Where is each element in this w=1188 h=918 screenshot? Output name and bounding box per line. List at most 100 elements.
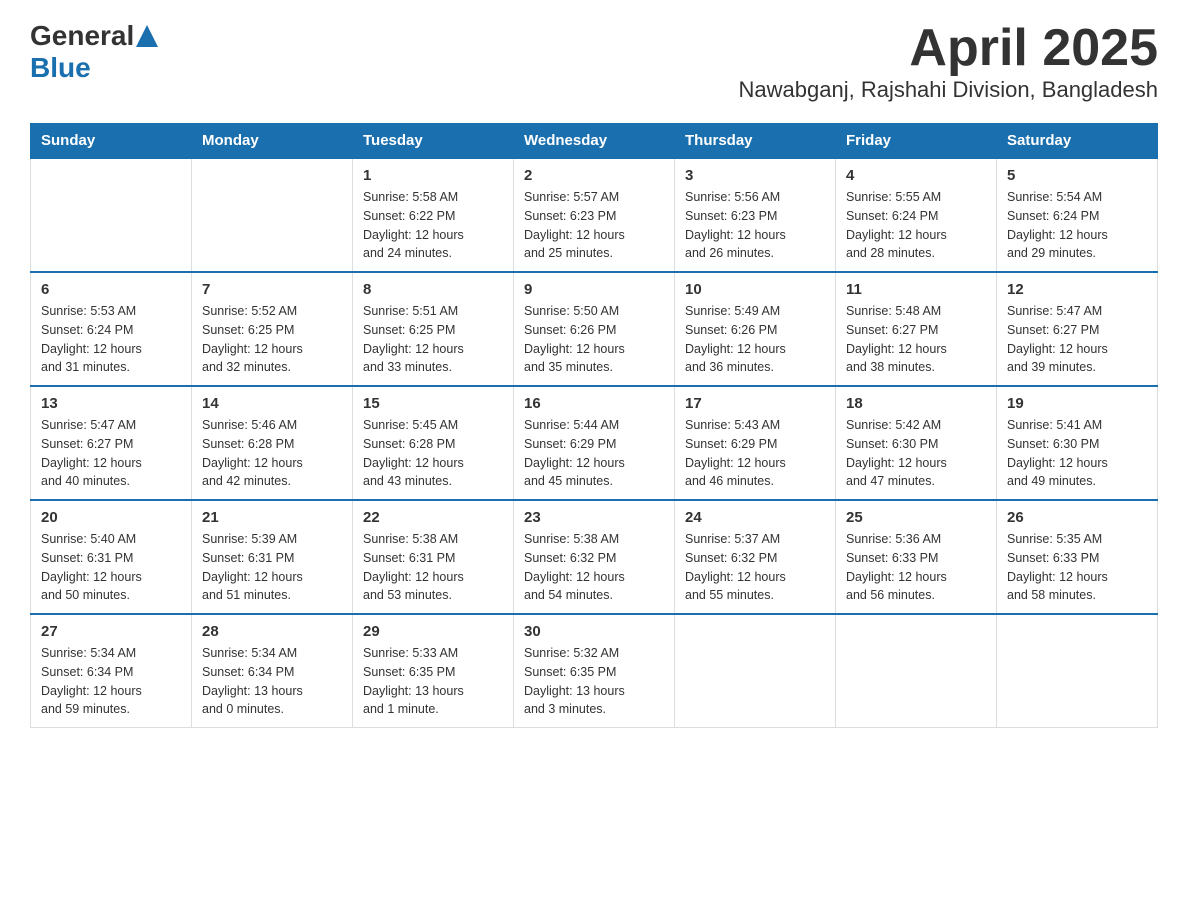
calendar-day-2: 2Sunrise: 5:57 AMSunset: 6:23 PMDaylight… xyxy=(514,158,675,272)
day-number: 20 xyxy=(41,509,181,526)
day-number: 27 xyxy=(41,623,181,640)
calendar-empty-cell xyxy=(192,158,353,272)
day-info: Sunrise: 5:40 AMSunset: 6:31 PMDaylight:… xyxy=(41,530,181,605)
day-number: 12 xyxy=(1007,281,1147,298)
page-header: General Blue April 2025 Nawabganj, Rajsh… xyxy=(30,20,1158,103)
day-header-wednesday: Wednesday xyxy=(514,124,675,159)
calendar-empty-cell xyxy=(836,614,997,728)
calendar-day-8: 8 Sunrise: 5:51 AMSunset: 6:25 PMDaylight… xyxy=(353,272,514,386)
calendar-day-22: 22Sunrise: 5:38 AMSunset: 6:31 PMDayligh… xyxy=(353,500,514,614)
page-subtitle: Nawabganj, Rajshahi Division, Bangladesh xyxy=(739,77,1158,103)
calendar-empty-cell xyxy=(31,158,192,272)
calendar-week-3: 13 Sunrise: 5:47 AMSunset: 6:27 PMDayligh… xyxy=(31,386,1158,500)
day-number: 30 xyxy=(524,623,664,640)
calendar-day-29: 29 Sunrise: 5:33 AMSunset: 6:35 PMDayligh… xyxy=(353,614,514,728)
day-info: Sunrise: 5:46 AMSunset: 6:28 PMDaylight:… xyxy=(202,416,342,491)
day-info: Sunrise: 5:47 AMSunset: 6:27 PMDaylight:… xyxy=(1007,302,1147,377)
day-number: 10 xyxy=(685,281,825,298)
day-info: Sunrise: 5:58 AMSunset: 6:22 PMDaylight:… xyxy=(363,188,503,263)
day-info: Sunrise: 5:43 AMSunset: 6:29 PMDaylight:… xyxy=(685,416,825,491)
day-number: 6 xyxy=(41,281,181,298)
calendar-day-1: 1 Sunrise: 5:58 AMSunset: 6:22 PMDaylight… xyxy=(353,158,514,272)
calendar-day-3: 3 Sunrise: 5:56 AMSunset: 6:23 PMDaylight… xyxy=(675,158,836,272)
day-info: Sunrise: 5:48 AMSunset: 6:27 PMDaylight:… xyxy=(846,302,986,377)
calendar-day-19: 19 Sunrise: 5:41 AMSunset: 6:30 PMDayligh… xyxy=(997,386,1158,500)
day-number: 13 xyxy=(41,395,181,412)
day-info: Sunrise: 5:41 AMSunset: 6:30 PMDaylight:… xyxy=(1007,416,1147,491)
calendar-day-27: 27 Sunrise: 5:34 AMSunset: 6:34 PMDayligh… xyxy=(31,614,192,728)
day-number: 17 xyxy=(685,395,825,412)
calendar-week-5: 27 Sunrise: 5:34 AMSunset: 6:34 PMDayligh… xyxy=(31,614,1158,728)
calendar-day-10: 10Sunrise: 5:49 AMSunset: 6:26 PMDayligh… xyxy=(675,272,836,386)
calendar-empty-cell xyxy=(675,614,836,728)
day-info: Sunrise: 5:37 AMSunset: 6:32 PMDaylight:… xyxy=(685,530,825,605)
day-info: Sunrise: 5:36 AMSunset: 6:33 PMDaylight:… xyxy=(846,530,986,605)
calendar-day-30: 30 Sunrise: 5:32 AMSunset: 6:35 PMDayligh… xyxy=(514,614,675,728)
day-number: 3 xyxy=(685,167,825,184)
day-info: Sunrise: 5:33 AMSunset: 6:35 PMDaylight:… xyxy=(363,644,503,719)
calendar-day-5: 5Sunrise: 5:54 AMSunset: 6:24 PMDaylight… xyxy=(997,158,1158,272)
day-info: Sunrise: 5:47 AMSunset: 6:27 PMDaylight:… xyxy=(41,416,181,491)
calendar-day-12: 12 Sunrise: 5:47 AMSunset: 6:27 PMDayligh… xyxy=(997,272,1158,386)
day-info: Sunrise: 5:34 AMSunset: 6:34 PMDaylight:… xyxy=(41,644,181,719)
day-number: 24 xyxy=(685,509,825,526)
page-title: April 2025 xyxy=(739,20,1158,77)
day-info: Sunrise: 5:44 AMSunset: 6:29 PMDaylight:… xyxy=(524,416,664,491)
day-header-sunday: Sunday xyxy=(31,124,192,159)
day-info: Sunrise: 5:42 AMSunset: 6:30 PMDaylight:… xyxy=(846,416,986,491)
calendar-day-21: 21 Sunrise: 5:39 AMSunset: 6:31 PMDayligh… xyxy=(192,500,353,614)
calendar-day-25: 25Sunrise: 5:36 AMSunset: 6:33 PMDayligh… xyxy=(836,500,997,614)
day-number: 15 xyxy=(363,395,503,412)
day-header-saturday: Saturday xyxy=(997,124,1158,159)
calendar-week-1: 1 Sunrise: 5:58 AMSunset: 6:22 PMDaylight… xyxy=(31,158,1158,272)
calendar-day-7: 7Sunrise: 5:52 AMSunset: 6:25 PMDaylight… xyxy=(192,272,353,386)
day-info: Sunrise: 5:56 AMSunset: 6:23 PMDaylight:… xyxy=(685,188,825,263)
calendar-day-13: 13 Sunrise: 5:47 AMSunset: 6:27 PMDayligh… xyxy=(31,386,192,500)
day-number: 16 xyxy=(524,395,664,412)
day-number: 5 xyxy=(1007,167,1147,184)
calendar-day-23: 23 Sunrise: 5:38 AMSunset: 6:32 PMDayligh… xyxy=(514,500,675,614)
day-info: Sunrise: 5:32 AMSunset: 6:35 PMDaylight:… xyxy=(524,644,664,719)
day-number: 29 xyxy=(363,623,503,640)
calendar-table: SundayMondayTuesdayWednesdayThursdayFrid… xyxy=(30,123,1158,728)
day-number: 26 xyxy=(1007,509,1147,526)
day-number: 7 xyxy=(202,281,342,298)
day-header-thursday: Thursday xyxy=(675,124,836,159)
day-info: Sunrise: 5:38 AMSunset: 6:32 PMDaylight:… xyxy=(524,530,664,605)
calendar-day-4: 4Sunrise: 5:55 AMSunset: 6:24 PMDaylight… xyxy=(836,158,997,272)
day-number: 1 xyxy=(363,167,503,184)
calendar-day-9: 9Sunrise: 5:50 AMSunset: 6:26 PMDaylight… xyxy=(514,272,675,386)
logo: General Blue xyxy=(30,20,158,84)
day-info: Sunrise: 5:34 AMSunset: 6:34 PMDaylight:… xyxy=(202,644,342,719)
calendar-day-26: 26 Sunrise: 5:35 AMSunset: 6:33 PMDayligh… xyxy=(997,500,1158,614)
day-number: 8 xyxy=(363,281,503,298)
calendar-empty-cell xyxy=(997,614,1158,728)
day-info: Sunrise: 5:45 AMSunset: 6:28 PMDaylight:… xyxy=(363,416,503,491)
day-number: 23 xyxy=(524,509,664,526)
logo-blue-text: Blue xyxy=(30,52,91,84)
calendar-day-17: 17 Sunrise: 5:43 AMSunset: 6:29 PMDayligh… xyxy=(675,386,836,500)
calendar-day-15: 15 Sunrise: 5:45 AMSunset: 6:28 PMDayligh… xyxy=(353,386,514,500)
day-number: 18 xyxy=(846,395,986,412)
day-info: Sunrise: 5:51 AMSunset: 6:25 PMDaylight:… xyxy=(363,302,503,377)
day-info: Sunrise: 5:55 AMSunset: 6:24 PMDaylight:… xyxy=(846,188,986,263)
day-info: Sunrise: 5:35 AMSunset: 6:33 PMDaylight:… xyxy=(1007,530,1147,605)
calendar-day-14: 14Sunrise: 5:46 AMSunset: 6:28 PMDayligh… xyxy=(192,386,353,500)
title-block: April 2025 Nawabganj, Rajshahi Division,… xyxy=(739,20,1158,103)
day-number: 11 xyxy=(846,281,986,298)
day-header-tuesday: Tuesday xyxy=(353,124,514,159)
calendar-day-20: 20 Sunrise: 5:40 AMSunset: 6:31 PMDayligh… xyxy=(31,500,192,614)
day-number: 21 xyxy=(202,509,342,526)
logo-general-text: General xyxy=(30,20,134,52)
calendar-day-11: 11 Sunrise: 5:48 AMSunset: 6:27 PMDayligh… xyxy=(836,272,997,386)
calendar-day-6: 6Sunrise: 5:53 AMSunset: 6:24 PMDaylight… xyxy=(31,272,192,386)
day-header-monday: Monday xyxy=(192,124,353,159)
calendar-week-4: 20 Sunrise: 5:40 AMSunset: 6:31 PMDayligh… xyxy=(31,500,1158,614)
day-number: 28 xyxy=(202,623,342,640)
day-info: Sunrise: 5:39 AMSunset: 6:31 PMDaylight:… xyxy=(202,530,342,605)
calendar-week-2: 6Sunrise: 5:53 AMSunset: 6:24 PMDaylight… xyxy=(31,272,1158,386)
day-number: 19 xyxy=(1007,395,1147,412)
calendar-day-24: 24 Sunrise: 5:37 AMSunset: 6:32 PMDayligh… xyxy=(675,500,836,614)
day-header-friday: Friday xyxy=(836,124,997,159)
calendar-day-28: 28 Sunrise: 5:34 AMSunset: 6:34 PMDayligh… xyxy=(192,614,353,728)
